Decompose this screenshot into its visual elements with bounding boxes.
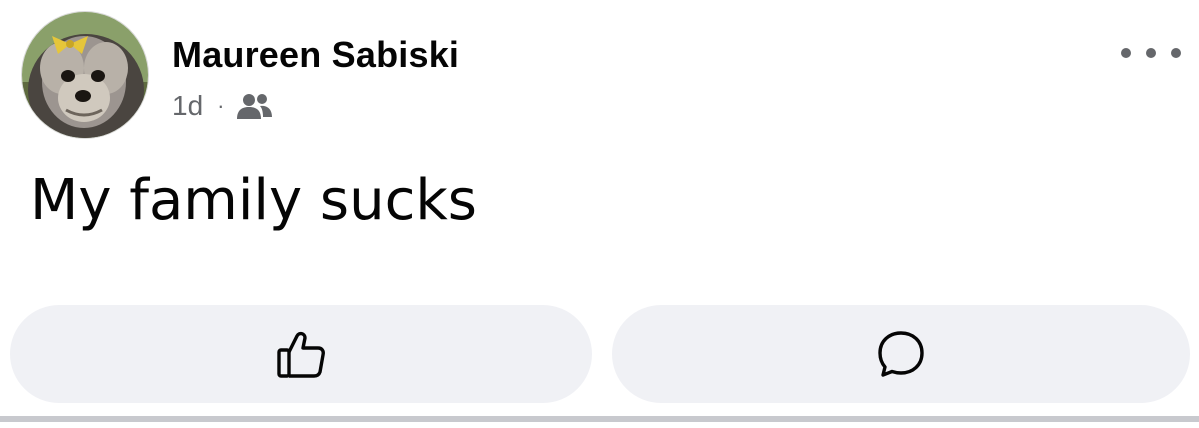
author-name[interactable]: Maureen Sabiski xyxy=(172,34,459,76)
author-avatar[interactable] xyxy=(22,12,148,138)
more-options-icon[interactable] xyxy=(1121,40,1181,66)
comment-bubble-icon xyxy=(875,328,927,380)
thumbs-up-icon xyxy=(275,328,327,380)
post-meta: 1d · xyxy=(172,86,274,126)
more-dot xyxy=(1121,48,1131,58)
like-button[interactable] xyxy=(10,305,592,403)
more-dot xyxy=(1146,48,1156,58)
avatar-dog-image xyxy=(22,12,148,138)
more-dot xyxy=(1171,48,1181,58)
comment-button[interactable] xyxy=(612,305,1190,403)
post-divider xyxy=(0,416,1199,422)
friends-icon[interactable] xyxy=(236,92,274,120)
meta-separator: · xyxy=(217,93,225,118)
post-timestamp[interactable]: 1d xyxy=(172,90,203,122)
post-card: Maureen Sabiski 1d · My family sucks xyxy=(0,0,1199,428)
post-text: My family sucks xyxy=(30,168,477,233)
